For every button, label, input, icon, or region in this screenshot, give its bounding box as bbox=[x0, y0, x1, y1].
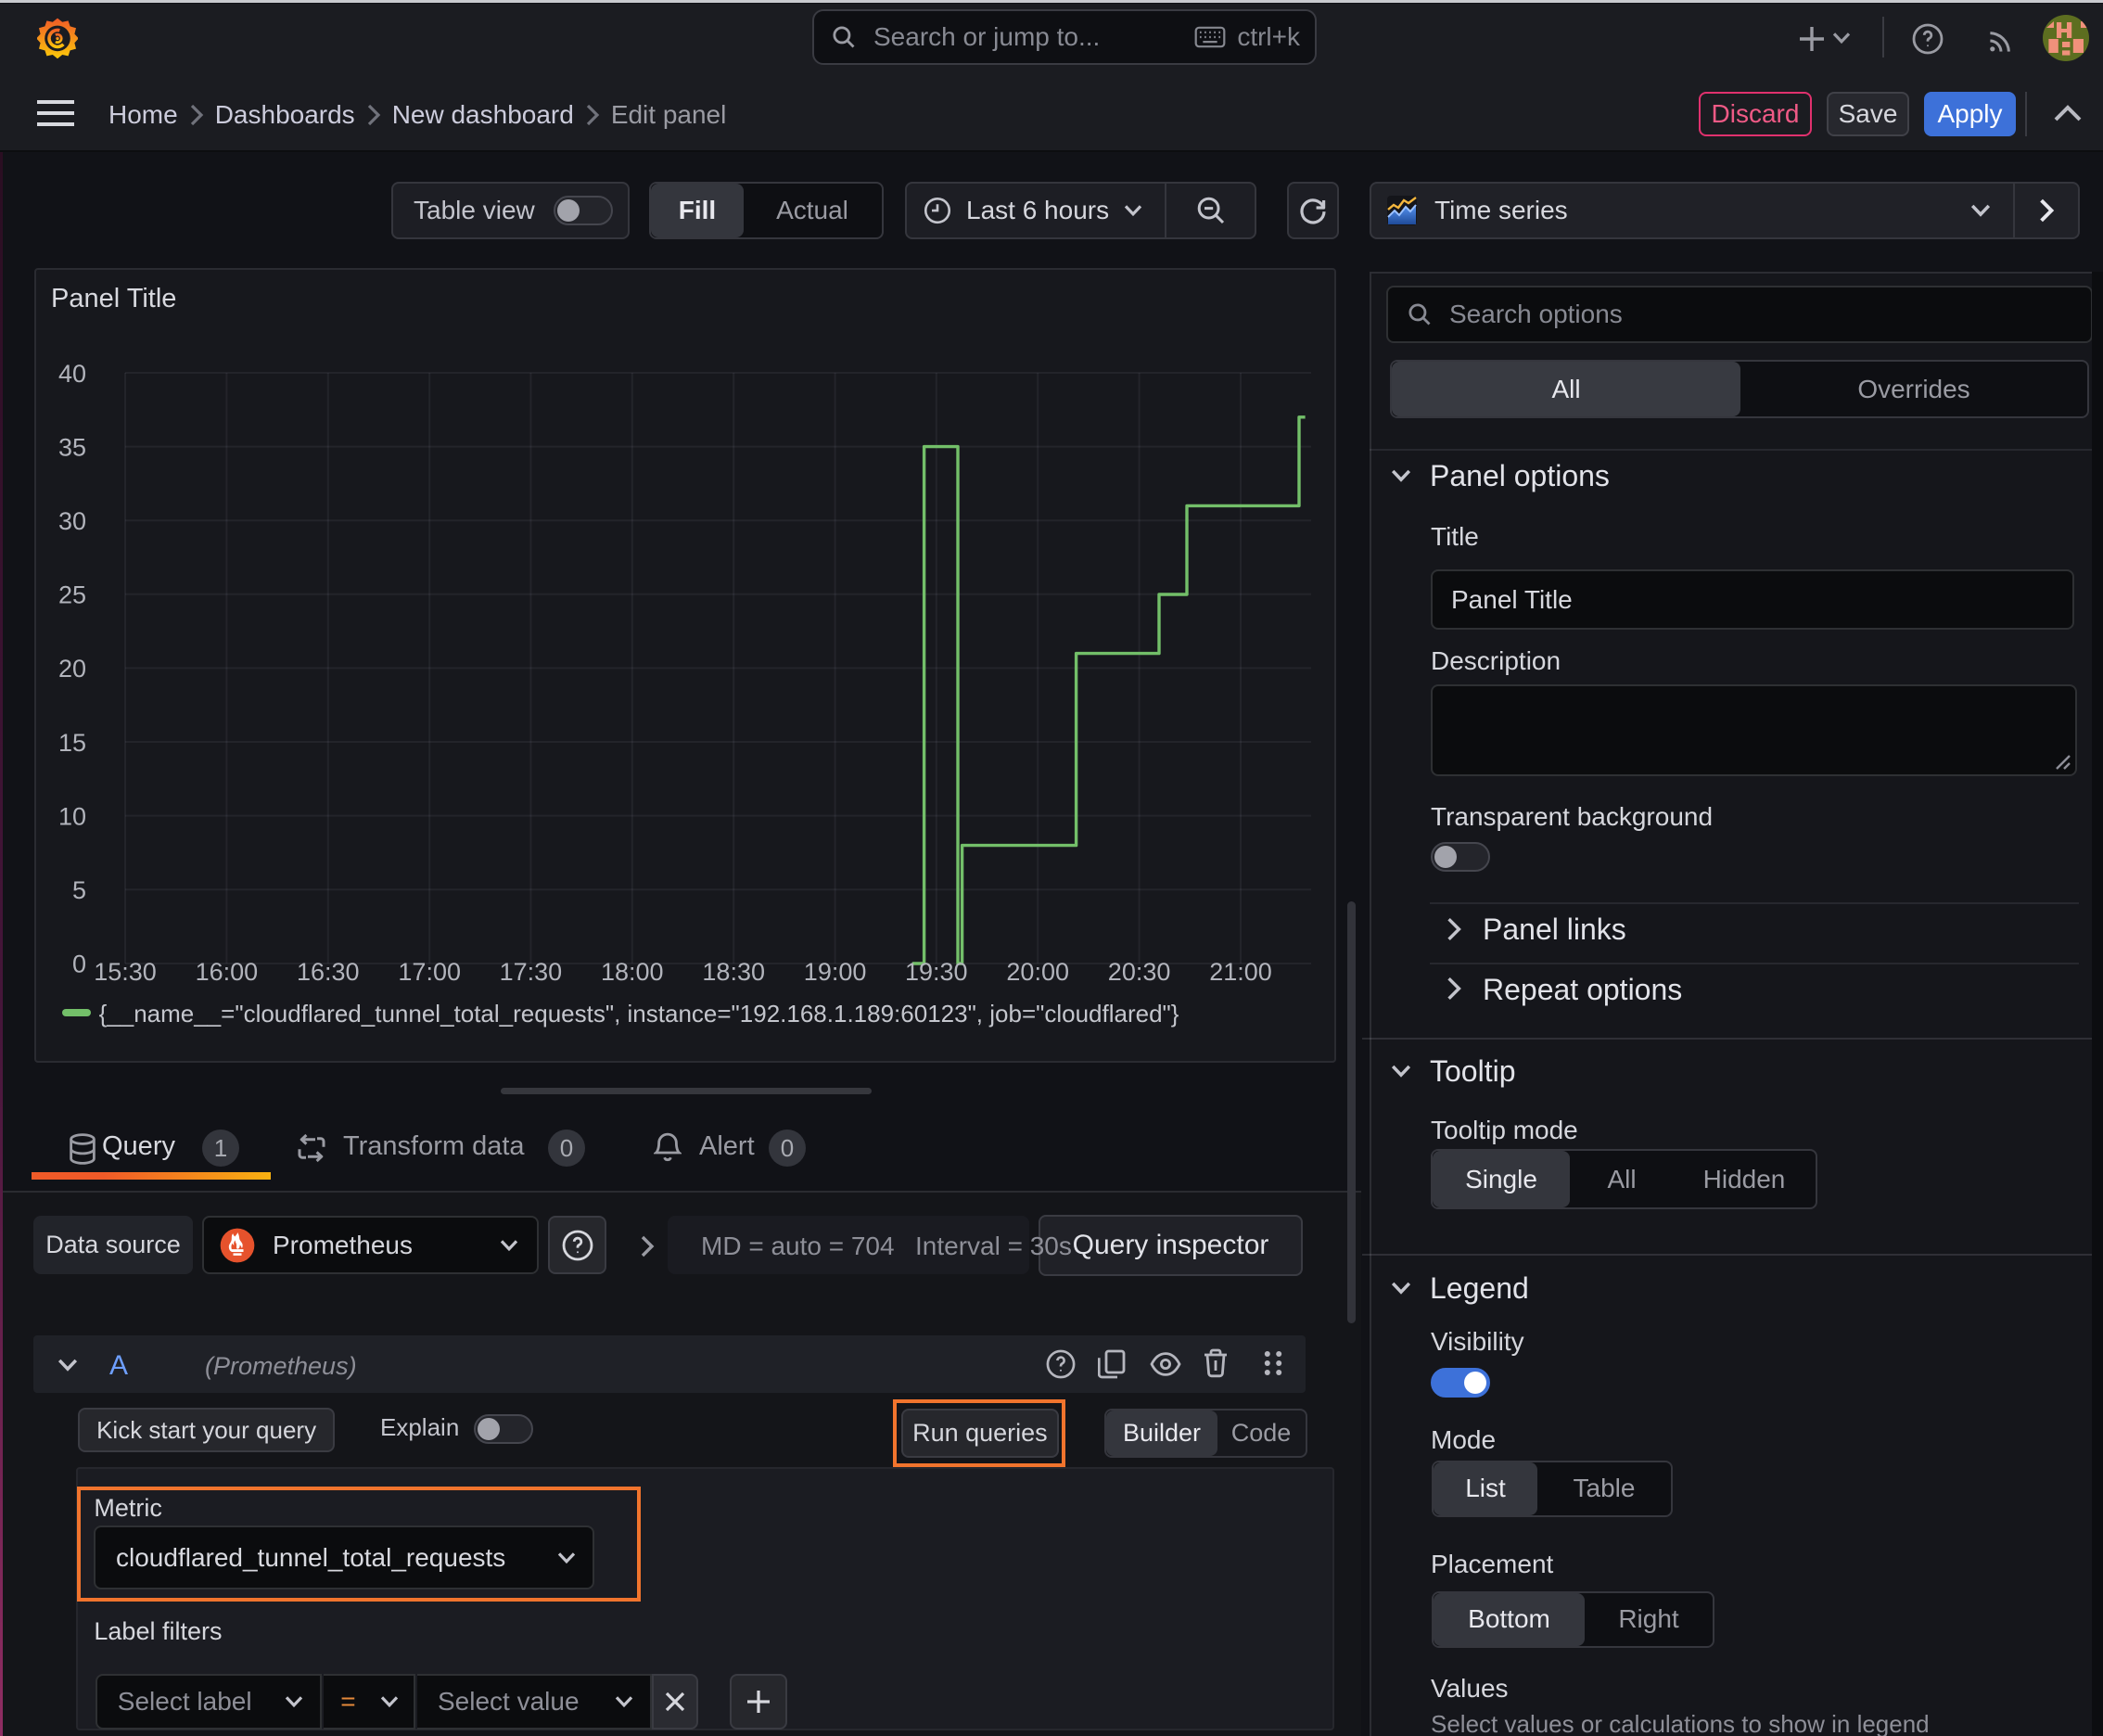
svg-text:20:30: 20:30 bbox=[1108, 958, 1171, 986]
svg-text:18:30: 18:30 bbox=[702, 958, 765, 986]
svg-text:17:30: 17:30 bbox=[500, 958, 563, 986]
svg-text:15:30: 15:30 bbox=[94, 958, 157, 986]
svg-text:19:30: 19:30 bbox=[905, 958, 968, 986]
svg-text:5: 5 bbox=[72, 876, 86, 904]
svg-text:40: 40 bbox=[58, 360, 86, 388]
svg-text:10: 10 bbox=[58, 802, 86, 830]
svg-text:20:00: 20:00 bbox=[1006, 958, 1069, 986]
svg-text:15: 15 bbox=[58, 729, 86, 757]
svg-text:0: 0 bbox=[72, 951, 86, 978]
svg-text:20: 20 bbox=[58, 655, 86, 683]
svg-text:35: 35 bbox=[58, 433, 86, 461]
svg-text:{__name__="cloudflared_tunnel_: {__name__="cloudflared_tunnel_total_requ… bbox=[99, 1000, 1179, 1028]
svg-text:18:00: 18:00 bbox=[601, 958, 664, 986]
svg-text:25: 25 bbox=[58, 581, 86, 609]
svg-text:16:00: 16:00 bbox=[196, 958, 259, 986]
svg-text:19:00: 19:00 bbox=[804, 958, 867, 986]
svg-text:16:30: 16:30 bbox=[297, 958, 360, 986]
svg-text:21:00: 21:00 bbox=[1209, 958, 1272, 986]
svg-text:17:00: 17:00 bbox=[398, 958, 461, 986]
svg-text:30: 30 bbox=[58, 507, 86, 535]
